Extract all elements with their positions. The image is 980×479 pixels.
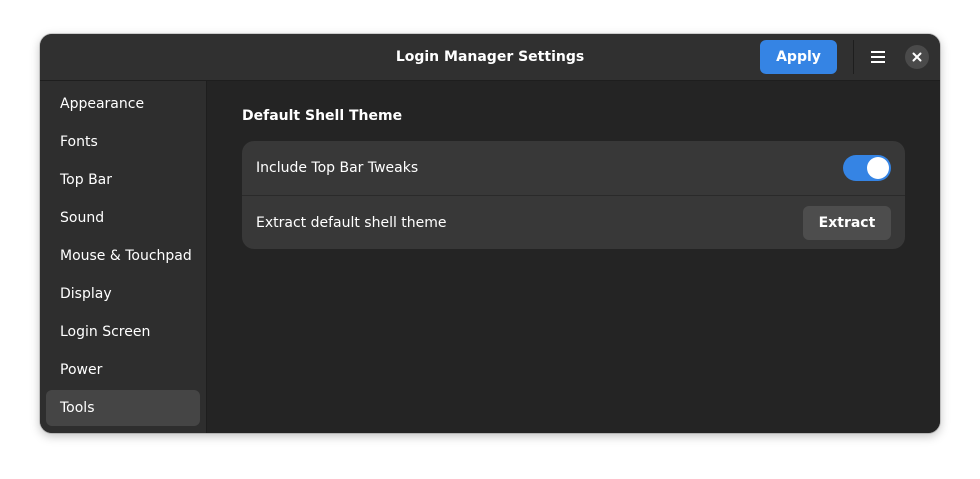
extract-shell-theme-row: Extract default shell theme Extract	[242, 196, 905, 250]
sidebar-item-mouse-touchpad[interactable]: Mouse & Touchpad	[46, 238, 200, 274]
sidebar-item-label: Sound	[60, 210, 105, 226]
settings-card: Include Top Bar Tweaks Extract default s…	[242, 141, 905, 249]
toggle-knob	[867, 157, 889, 179]
menu-button[interactable]	[861, 40, 895, 74]
sidebar-item-login-screen[interactable]: Login Screen	[46, 314, 200, 350]
close-button[interactable]	[905, 45, 929, 69]
row-label: Include Top Bar Tweaks	[256, 160, 419, 176]
hamburger-menu-icon	[871, 51, 885, 63]
close-icon	[912, 52, 922, 62]
extract-button[interactable]: Extract	[803, 206, 891, 240]
sidebar-item-appearance[interactable]: Appearance	[46, 86, 200, 122]
sidebar-item-label: Tools	[60, 400, 95, 416]
sidebar-item-display[interactable]: Display	[46, 276, 200, 312]
sidebar-item-label: Power	[60, 362, 103, 378]
main-content: Default Shell Theme Include Top Bar Twea…	[207, 81, 940, 433]
sidebar-item-sound[interactable]: Sound	[46, 200, 200, 236]
row-label: Extract default shell theme	[256, 215, 447, 231]
include-top-bar-tweaks-toggle[interactable]	[843, 155, 891, 181]
section-title: Default Shell Theme	[242, 108, 403, 124]
sidebar-item-label: Appearance	[60, 96, 145, 112]
sidebar-item-label: Top Bar	[60, 172, 113, 188]
sidebar-item-label: Fonts	[60, 134, 98, 150]
sidebar-item-tools[interactable]: Tools	[46, 390, 200, 426]
sidebar-item-power[interactable]: Power	[46, 352, 200, 388]
sidebar-item-top-bar[interactable]: Top Bar	[46, 162, 200, 198]
apply-button[interactable]: Apply	[760, 40, 837, 74]
include-top-bar-tweaks-row: Include Top Bar Tweaks	[242, 141, 905, 195]
sidebar-item-label: Mouse & Touchpad	[60, 248, 192, 264]
header-separator	[853, 40, 854, 74]
sidebar-item-fonts[interactable]: Fonts	[46, 124, 200, 160]
settings-window: Login Manager Settings Apply Appearance …	[40, 34, 940, 433]
sidebar-item-label: Display	[60, 286, 112, 302]
header-bar: Login Manager Settings Apply	[40, 34, 940, 81]
sidebar-item-label: Login Screen	[60, 324, 151, 340]
sidebar: Appearance Fonts Top Bar Sound Mouse & T…	[40, 81, 207, 433]
